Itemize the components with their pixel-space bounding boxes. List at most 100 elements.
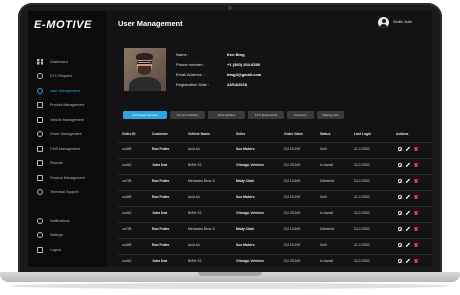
sidebar-item-reports[interactable]: Reports	[28, 157, 106, 170]
sidebar-item-product-management[interactable]: Product Management	[28, 99, 106, 112]
table-cell: Ron Potter	[152, 195, 170, 199]
table-cell: BMW X3	[188, 259, 202, 263]
finance-icon	[37, 174, 43, 181]
tab-inventory[interactable]: Inventory	[287, 111, 314, 119]
delete-icon[interactable]	[414, 242, 418, 247]
column-header: Vehicle Name	[188, 132, 210, 136]
table-cell: John Doe	[152, 259, 168, 263]
table-cell: Mady Clark	[236, 179, 255, 183]
sidebar-item-kyc-request[interactable]: KYC Request	[28, 70, 106, 83]
table-cell: 23-2-2020	[354, 227, 370, 231]
sidebar-item-label: User Management	[50, 88, 80, 93]
sidebar-item-driver-management[interactable]: Driver Management	[28, 128, 106, 141]
sidebar-item-label: Product Management	[50, 103, 85, 107]
sidebar-item-logout[interactable]: Logout	[28, 243, 106, 256]
sidebar-item-vehicle-management[interactable]: Vehicle Management	[28, 113, 106, 126]
edit-icon[interactable]	[406, 210, 410, 215]
table-cell: Sold	[320, 195, 327, 199]
logout-icon	[37, 246, 43, 253]
column-header: Status	[320, 132, 331, 136]
name-label: Name :	[176, 52, 189, 57]
sidebar-item-cms-management[interactable]: CMS Management	[28, 142, 106, 155]
table-cell: uu461	[122, 259, 132, 263]
table-cell: uu365	[122, 195, 132, 199]
table-cell: John Doe	[152, 211, 168, 215]
view-icon[interactable]	[398, 242, 402, 247]
phone-value: +1 (360) 204-6390	[227, 62, 261, 67]
table-cell: In-transit	[320, 259, 334, 263]
tab-purchased-vehicles[interactable]: Purchased vehicles	[123, 111, 167, 119]
view-icon[interactable]	[398, 178, 402, 183]
column-header: Last Login	[354, 132, 372, 136]
table-cell: 22-2-2020	[354, 259, 370, 263]
sidebar-item-label: Logout	[50, 247, 61, 252]
edit-icon[interactable]	[406, 162, 410, 167]
table-cell: CU 15,200	[284, 147, 301, 151]
sidebar-item-label: KYC Request	[50, 74, 72, 78]
support-icon	[37, 189, 43, 195]
table-cell: Sue Motors	[236, 243, 255, 247]
edit-icon[interactable]	[406, 258, 410, 263]
table-cell: uu365	[122, 147, 132, 151]
sidebar-item-label: Vehicle Management	[50, 117, 84, 122]
gear-icon	[37, 232, 43, 238]
table-cell: Sold	[320, 147, 327, 151]
table-cell: 23-2-2020	[354, 179, 370, 183]
table-cell: Mady Clark	[236, 227, 255, 231]
table-cell: Audi A4	[188, 195, 200, 199]
tab-on-rent-vehicles[interactable]: On rent vehicles	[170, 111, 205, 119]
table-cell: Ron Potter	[152, 227, 170, 231]
table-cell: In-transit	[320, 211, 334, 215]
view-icon[interactable]	[398, 226, 402, 231]
delete-icon[interactable]	[414, 178, 418, 183]
delete-icon[interactable]	[414, 146, 418, 151]
delete-icon[interactable]	[414, 226, 418, 231]
driver-icon	[37, 131, 43, 137]
vehicle-icon	[37, 116, 43, 123]
delete-icon[interactable]	[414, 210, 418, 215]
table-cell: uu461	[122, 163, 132, 167]
table-cell: CU 15,200	[284, 195, 301, 199]
edit-icon[interactable]	[406, 178, 410, 183]
registration-label: Registration Date :	[176, 82, 210, 87]
page-title: User Management	[118, 19, 183, 28]
delete-icon[interactable]	[414, 162, 418, 167]
bell-icon	[37, 217, 43, 224]
view-icon[interactable]	[398, 146, 402, 151]
edit-icon[interactable]	[406, 242, 410, 247]
edit-icon[interactable]	[406, 194, 410, 199]
table-cell: 21-2-2020	[354, 195, 370, 199]
avatar[interactable]	[378, 17, 389, 28]
edit-icon[interactable]	[406, 226, 410, 231]
tab-kyc-documents[interactable]: KYC Documents	[248, 111, 284, 119]
table-cell: John Doe	[152, 163, 168, 167]
table-cell: Chicago Vehicles	[236, 163, 264, 167]
delete-icon[interactable]	[414, 258, 418, 263]
table-cell: Sue Motors	[236, 147, 255, 151]
kyc-icon	[37, 73, 43, 79]
cms-icon	[37, 145, 43, 152]
delete-icon[interactable]	[414, 194, 418, 199]
view-icon[interactable]	[398, 162, 402, 167]
sidebar-item-technical-support[interactable]: Technical Support	[28, 186, 106, 199]
tab-sold-vehicles[interactable]: Sold vehicles	[208, 111, 245, 119]
view-icon[interactable]	[398, 194, 402, 199]
table-cell: In-transit	[320, 163, 334, 167]
tab-making-post[interactable]: Making post	[317, 111, 344, 119]
table-cell: uu728	[122, 179, 132, 183]
sidebar-item-notifications[interactable]: Notifications	[28, 214, 106, 227]
table-cell: Ron Potter	[152, 243, 170, 247]
sidebar-item-label: Technical Support	[50, 190, 79, 194]
sidebar: E-MOTIVE Dashboard KYC Request User Manage…	[28, 11, 106, 267]
view-icon[interactable]	[398, 258, 402, 263]
view-icon[interactable]	[398, 210, 402, 215]
sidebar-item-label: Dashboard	[50, 59, 68, 64]
user-name[interactable]: Smith John	[393, 20, 412, 24]
sidebar-item-finance-management[interactable]: Finance Management	[28, 171, 106, 184]
edit-icon[interactable]	[406, 146, 410, 151]
table-cell: BMW X3	[188, 211, 202, 215]
table-cell: CU 13,500	[284, 179, 301, 183]
sidebar-item-settings[interactable]: Settings	[28, 229, 106, 242]
sidebar-item-user-management[interactable]: User Management	[28, 84, 106, 97]
sidebar-item-dashboard[interactable]: Dashboard	[28, 55, 106, 68]
